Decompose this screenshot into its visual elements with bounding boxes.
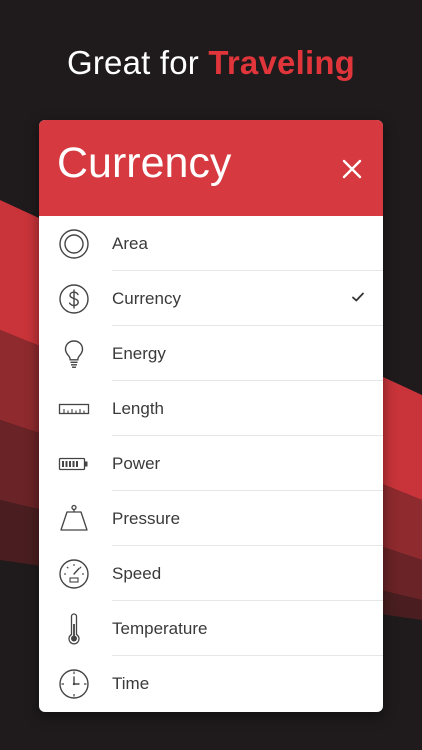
- list-item-power[interactable]: Power: [39, 436, 383, 491]
- card-header: Currency: [39, 120, 383, 216]
- close-icon: [342, 159, 362, 179]
- headline-prefix: Great for: [66, 44, 209, 81]
- headline-accent: Traveling: [208, 44, 356, 81]
- currency-icon: [57, 282, 91, 316]
- list-item-label: Temperature: [112, 619, 208, 638]
- battery-icon: [57, 447, 91, 481]
- area-icon: [57, 227, 91, 261]
- ruler-icon: [57, 392, 91, 426]
- list-item-energy[interactable]: Energy: [39, 326, 383, 381]
- category-list: Area Currency Energy Length Power Pressu…: [39, 216, 383, 711]
- thermometer-icon: [57, 612, 91, 646]
- headline: Great for Traveling: [0, 44, 422, 82]
- list-item-label: Time: [112, 674, 150, 693]
- list-item-length[interactable]: Length: [39, 381, 383, 436]
- list-item-speed[interactable]: Speed: [39, 546, 383, 601]
- lightbulb-icon: [57, 337, 91, 371]
- list-item-pressure[interactable]: Pressure: [39, 491, 383, 546]
- list-item-label: Area: [112, 234, 148, 253]
- list-item-label: Pressure: [112, 509, 181, 528]
- list-item-time[interactable]: Time: [39, 656, 383, 711]
- unit-picker-card: Currency Area Currency Energy Length Pow…: [39, 120, 383, 712]
- list-item-label: Power: [112, 454, 161, 473]
- card-title: Currency: [57, 139, 232, 187]
- list-item-label: Currency: [112, 289, 181, 308]
- list-item-label: Speed: [112, 564, 162, 583]
- weight-icon: [57, 502, 91, 536]
- list-item-temperature[interactable]: Temperature: [39, 601, 383, 656]
- clock-icon: [57, 667, 91, 701]
- speedometer-icon: [57, 557, 91, 591]
- close-button[interactable]: [339, 156, 365, 182]
- list-item-currency[interactable]: Currency: [39, 271, 383, 326]
- list-item-label: Energy: [112, 344, 166, 363]
- list-item-area[interactable]: Area: [39, 216, 383, 271]
- checkmark-icon: [351, 290, 365, 304]
- list-item-label: Length: [112, 399, 164, 418]
